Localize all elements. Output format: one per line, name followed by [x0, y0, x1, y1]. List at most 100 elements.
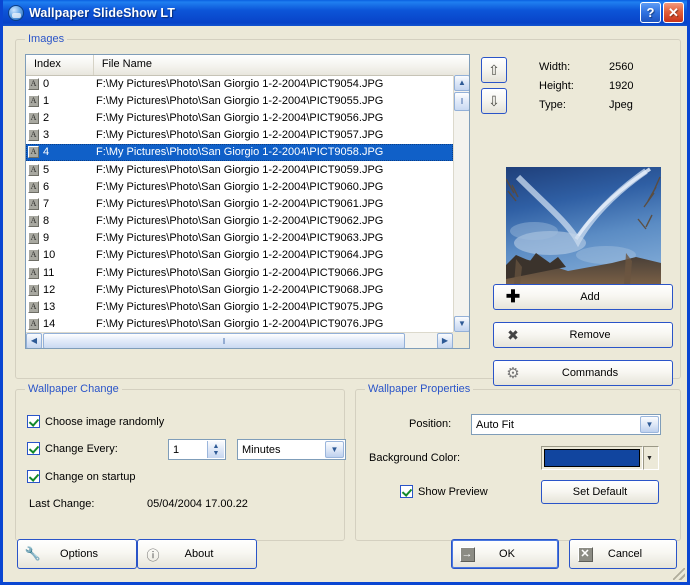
position-select[interactable]: Auto Fit ▼: [471, 414, 661, 435]
commands-button-label: Commands: [561, 367, 619, 379]
table-row[interactable]: A 6 F:\My Pictures\Photo\San Giorgio 1-2-2…: [26, 178, 453, 195]
table-row[interactable]: A 11 F:\My Pictures\Photo\San Giorgio 1-2-…: [26, 264, 453, 281]
interval-value-input[interactable]: 1 ▲ ▼: [168, 439, 226, 460]
row-filename: F:\My Pictures\Photo\San Giorgio 1-2-200…: [96, 94, 384, 107]
type-value: Jpeg: [609, 99, 633, 111]
position-label: Position:: [409, 418, 452, 430]
about-button-label: About: [184, 548, 214, 560]
list-vertical-scrollbar[interactable]: ▲ ‖ ▼: [453, 75, 469, 332]
row-index: 13: [43, 301, 56, 314]
window-title: Wallpaper SlideShow LT: [29, 6, 175, 20]
x-icon: ✕: [570, 546, 600, 562]
table-row[interactable]: A 10 F:\My Pictures\Photo\San Giorgio 1-2-…: [26, 247, 453, 264]
interval-unit-select[interactable]: Minutes ▼: [237, 439, 346, 460]
table-row[interactable]: A 0 F:\My Pictures\Photo\San Giorgio 1-2-2…: [26, 75, 453, 92]
row-index: 6: [43, 180, 50, 193]
color-swatch[interactable]: [544, 449, 640, 467]
chevron-down-icon[interactable]: ▼: [644, 455, 655, 462]
text-document-icon: A: [28, 249, 39, 262]
move-up-button[interactable]: ⇧: [481, 57, 507, 83]
images-group-legend: Images: [25, 33, 68, 45]
horizontal-scroll-thumb[interactable]: ‖: [43, 333, 405, 348]
change-every-checkbox[interactable]: Change Every:: [27, 442, 118, 455]
move-down-button[interactable]: ⇩: [481, 88, 507, 114]
table-row[interactable]: A 8 F:\My Pictures\Photo\San Giorgio 1-2-2…: [26, 213, 453, 230]
table-row[interactable]: A 5 F:\My Pictures\Photo\San Giorgio 1-2-2…: [26, 161, 453, 178]
checkbox-box: [27, 442, 40, 455]
image-list[interactable]: Index File Name A 0 F:\My Pictures\Photo\S…: [25, 54, 470, 349]
table-row[interactable]: A 4 F:\My Pictures\Photo\San Giorgio 1-2-2…: [26, 143, 453, 161]
choose-random-checkbox[interactable]: Choose image randomly: [27, 415, 164, 428]
text-document-icon: A: [28, 163, 39, 176]
row-index: 9: [43, 232, 50, 245]
column-header-index[interactable]: Index: [26, 55, 94, 75]
app-globe-icon: [8, 5, 24, 21]
row-index: 8: [43, 215, 50, 228]
scroll-down-button[interactable]: ▼: [454, 316, 469, 332]
table-row[interactable]: A 1 F:\My Pictures\Photo\San Giorgio 1-2-2…: [26, 92, 453, 109]
text-document-icon: A: [28, 283, 39, 296]
table-row[interactable]: A 9 F:\My Pictures\Photo\San Giorgio 1-2-2…: [26, 230, 453, 247]
text-document-icon: A: [28, 197, 39, 210]
cancel-button[interactable]: ✕ Cancel: [569, 539, 677, 569]
row-filename: F:\My Pictures\Photo\San Giorgio 1-2-200…: [96, 111, 384, 124]
text-document-icon: A: [28, 129, 39, 142]
width-value: 2560: [609, 61, 634, 73]
table-row[interactable]: A 13 F:\My Pictures\Photo\San Giorgio 1-2-…: [26, 298, 453, 315]
chevron-down-icon[interactable]: ▼: [325, 441, 344, 458]
row-filename: F:\My Pictures\Photo\San Giorgio 1-2-200…: [96, 163, 384, 176]
vertical-scroll-thumb[interactable]: ‖: [454, 92, 469, 111]
height-label: Height:: [539, 80, 574, 92]
set-default-button[interactable]: Set Default: [541, 480, 659, 504]
list-rows-container: A 0 F:\My Pictures\Photo\San Giorgio 1-2-2…: [26, 75, 453, 332]
spinner-up-icon[interactable]: ▲: [213, 443, 220, 450]
text-document-icon: A: [28, 94, 39, 107]
title-bar[interactable]: Wallpaper SlideShow LT ? ✕: [3, 0, 687, 27]
ok-button[interactable]: → OK: [451, 539, 559, 569]
row-index: 0: [43, 77, 50, 90]
show-preview-checkbox[interactable]: Show Preview: [400, 485, 488, 498]
row-index: 3: [43, 129, 50, 142]
row-index: 12: [43, 283, 56, 296]
wallpaper-change-group: Wallpaper Change Choose image randomly C…: [15, 383, 346, 541]
last-change-label: Last Change:: [29, 498, 95, 510]
scroll-left-button[interactable]: ◀: [26, 333, 42, 348]
width-label: Width:: [539, 61, 571, 73]
chevron-down-icon[interactable]: ▼: [640, 416, 659, 433]
table-row[interactable]: A 3 F:\My Pictures\Photo\San Giorgio 1-2-2…: [26, 127, 453, 144]
help-button[interactable]: ?: [640, 2, 661, 23]
table-row[interactable]: A 2 F:\My Pictures\Photo\San Giorgio 1-2-2…: [26, 109, 453, 126]
scroll-right-button[interactable]: ▶: [437, 333, 453, 348]
table-row[interactable]: A 12 F:\My Pictures\Photo\San Giorgio 1-2-…: [26, 281, 453, 298]
commands-button[interactable]: ⚙ Commands: [493, 360, 673, 386]
info-icon: ⓘ: [146, 547, 160, 563]
add-button[interactable]: ✚ Add: [493, 284, 673, 310]
row-filename: F:\My Pictures\Photo\San Giorgio 1-2-200…: [96, 215, 384, 228]
table-row[interactable]: A 7 F:\My Pictures\Photo\San Giorgio 1-2-2…: [26, 195, 453, 212]
close-button[interactable]: ✕: [663, 2, 684, 23]
interval-spinner[interactable]: ▲ ▼: [207, 441, 224, 458]
wallpaper-properties-legend: Wallpaper Properties: [365, 383, 474, 395]
row-filename: F:\My Pictures\Photo\San Giorgio 1-2-200…: [96, 249, 384, 262]
table-row[interactable]: A 14 F:\My Pictures\Photo\San Giorgio 1-2-…: [26, 316, 453, 332]
options-button[interactable]: 🔧 Options: [17, 539, 137, 569]
show-preview-label: Show Preview: [418, 485, 488, 498]
last-change-value: 05/04/2004 17.00.22: [147, 498, 248, 510]
row-filename: F:\My Pictures\Photo\San Giorgio 1-2-200…: [96, 266, 384, 279]
column-header-filename[interactable]: File Name: [93, 55, 469, 75]
background-color-label: Background Color:: [369, 452, 461, 464]
list-horizontal-scrollbar[interactable]: ◀ ‖ ▶: [26, 332, 453, 348]
plus-icon: ✚: [505, 287, 521, 306]
background-color-dropdown[interactable]: ▼: [643, 446, 659, 470]
background-color-picker[interactable]: [541, 446, 643, 470]
remove-button[interactable]: ✖ Remove: [493, 322, 673, 348]
wallpaper-change-legend: Wallpaper Change: [25, 383, 122, 395]
scroll-up-button[interactable]: ▲: [454, 75, 469, 91]
change-every-label: Change Every:: [45, 442, 118, 455]
spinner-down-icon[interactable]: ▼: [213, 450, 220, 457]
scrollbar-corner: [453, 332, 469, 348]
about-button[interactable]: ⓘ About: [137, 539, 257, 569]
change-on-startup-checkbox[interactable]: Change on startup: [27, 470, 136, 483]
resize-grip[interactable]: [673, 568, 685, 580]
change-on-startup-label: Change on startup: [45, 470, 136, 483]
